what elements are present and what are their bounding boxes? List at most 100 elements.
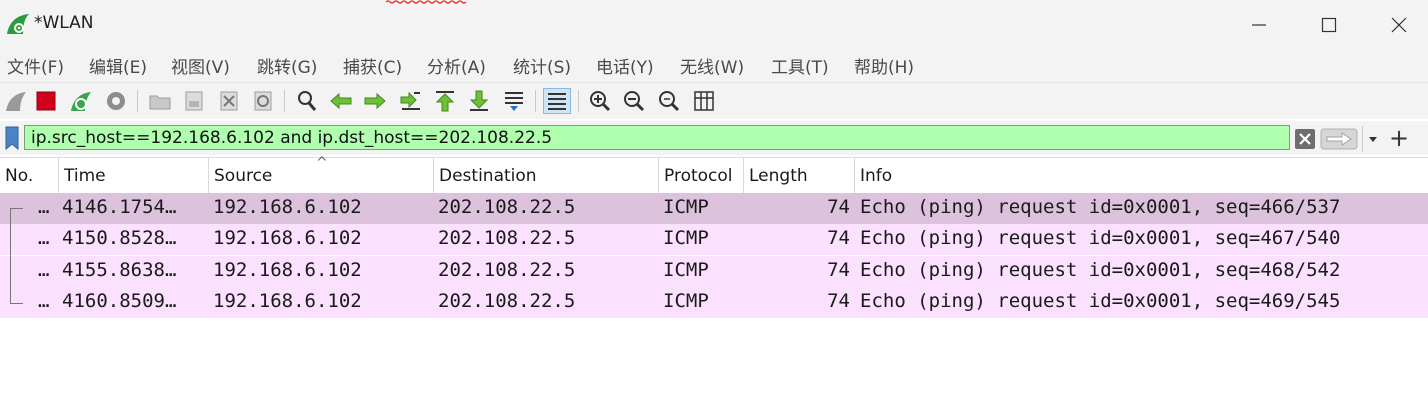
menu-bar: 文件(F) 编辑(E) 视图(V) 跳转(G) 捕获(C) 分析(A) 统计(S… [0,48,1428,83]
cell-length: 74 [827,196,850,218]
packet-list-header: No. Time Source Destination Protocol Len… [0,155,1428,194]
menu-file[interactable]: 文件(F) [7,53,64,78]
menu-help[interactable]: 帮助(H) [854,53,914,78]
go-back-button[interactable] [328,88,356,114]
autoscroll-button[interactable] [501,88,529,114]
find-packet-button[interactable] [294,88,322,114]
cell-time: 4150.8528… [62,227,177,249]
cell-time: 4160.8509… [62,290,177,312]
capture-options-icon [107,92,125,110]
wireshark-fin-icon [5,12,31,38]
menu-telephony[interactable]: 电话(Y) [596,53,654,78]
menu-statistics[interactable]: 统计(S) [513,53,571,78]
close-button[interactable] [1376,8,1422,42]
minimize-button[interactable] [1236,8,1282,42]
open-file-button[interactable] [147,88,175,114]
toolbar-separator [284,90,285,112]
zoom-in-icon [590,91,611,112]
capture-options-button[interactable] [103,88,131,114]
reload-file-button[interactable] [250,88,278,114]
zoom-in-button[interactable] [587,88,615,114]
cell-info: Echo (ping) request id=0x0001, seq=469/5… [860,290,1341,312]
close-icon [1391,17,1407,33]
cell-destination: 202.108.22.5 [438,227,576,249]
bookmark-icon [5,126,19,151]
packet-row[interactable]: … 4160.8509… 192.168.6.102 202.108.22.5 … [0,287,1428,318]
restart-capture-icon [71,92,91,111]
cell-no: … [38,227,50,249]
save-file-button[interactable] [181,88,209,114]
minimize-icon [1252,24,1266,26]
add-filter-button[interactable]: + [1389,124,1409,152]
zoom-out-button[interactable] [621,88,649,114]
column-header-no[interactable]: No. [0,158,59,194]
window-title: *WLAN [34,13,94,33]
cell-no: … [38,196,50,218]
cell-destination: 202.108.22.5 [438,196,576,218]
cell-no: … [38,259,50,281]
cell-time: 4155.8638… [62,259,177,281]
go-last-button[interactable] [466,88,494,114]
start-capture-icon [6,92,26,111]
menu-capture[interactable]: 捕获(C) [343,53,402,78]
filter-bookmark-button[interactable] [2,124,22,152]
stop-capture-icon [36,91,56,111]
colorize-button[interactable] [543,88,571,114]
column-header-info[interactable]: Info [855,158,1428,194]
open-file-icon [149,95,171,110]
menu-wireless[interactable]: 无线(W) [680,53,744,78]
display-filter-text: ip.src_host==192.168.6.102 and ip.dst_ho… [31,128,553,148]
column-header-length[interactable]: Length [744,158,855,194]
normal-size-icon [659,91,680,112]
packet-row[interactable]: … 4150.8528… 192.168.6.102 202.108.22.5 … [0,224,1428,255]
column-header-protocol[interactable]: Protocol [659,158,744,194]
cell-length: 74 [827,227,850,249]
stop-capture-button[interactable] [33,88,61,114]
related-packets-bracket [10,208,23,304]
title-bar: *WLAN [0,0,1428,48]
zoom-out-icon [624,91,645,112]
resize-columns-icon [694,91,714,111]
normal-size-button[interactable] [656,88,684,114]
restart-capture-button[interactable] [68,88,96,114]
clear-icon [1295,129,1315,149]
menu-view[interactable]: 视图(V) [171,53,230,78]
apply-arrow-icon [1320,128,1358,150]
menu-analyze[interactable]: 分析(A) [427,53,486,78]
go-first-icon [435,91,455,112]
autoscroll-icon [505,92,523,111]
colorize-icon [548,93,566,110]
cell-source: 192.168.6.102 [213,259,362,281]
cell-protocol: ICMP [663,227,709,249]
go-forward-icon [364,92,386,110]
go-to-packet-button[interactable] [397,88,425,114]
start-capture-button[interactable] [3,88,31,114]
packet-row[interactable]: … 4146.1754… 192.168.6.102 202.108.22.5 … [0,193,1428,224]
close-file-button[interactable] [216,88,244,114]
menu-go[interactable]: 跳转(G) [257,53,317,78]
spellcheck-underline [386,0,467,4]
menu-tools[interactable]: 工具(T) [771,53,829,78]
maximize-button[interactable] [1306,8,1352,42]
cell-protocol: ICMP [663,259,709,281]
menu-edit[interactable]: 编辑(E) [89,53,147,78]
go-last-icon [469,90,489,111]
find-packet-icon [298,91,317,111]
clear-filter-button[interactable] [1294,128,1316,150]
cell-protocol: ICMP [663,196,709,218]
column-header-time[interactable]: Time [59,158,209,194]
go-forward-button[interactable] [362,88,390,114]
cell-destination: 202.108.22.5 [438,259,576,281]
apply-filter-button[interactable] [1320,127,1358,151]
cell-source: 192.168.6.102 [213,227,362,249]
go-to-packet-icon [400,91,420,110]
display-filter-input[interactable]: ip.src_host==192.168.6.102 and ip.dst_ho… [24,125,1290,150]
go-first-button[interactable] [432,88,460,114]
go-back-icon [330,92,352,110]
display-filter-bar: ip.src_host==192.168.6.102 and ip.dst_ho… [0,121,1428,155]
column-header-destination[interactable]: Destination [434,158,659,194]
packet-row[interactable]: … 4155.8638… 192.168.6.102 202.108.22.5 … [0,256,1428,287]
resize-columns-button[interactable] [691,88,719,114]
close-file-icon [220,91,238,111]
filter-history-dropdown[interactable] [1362,126,1383,152]
